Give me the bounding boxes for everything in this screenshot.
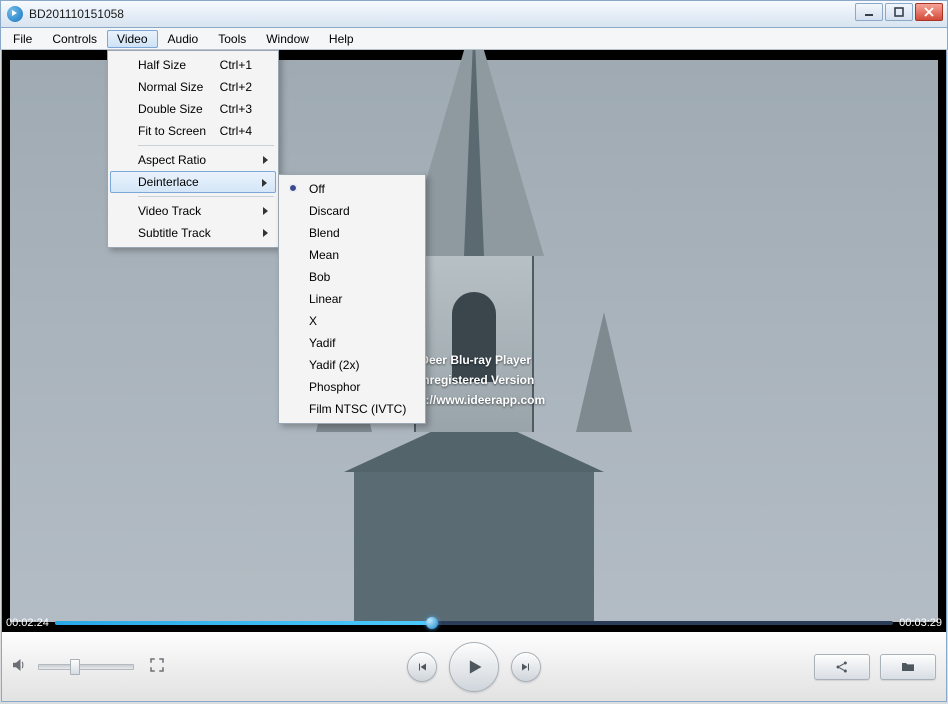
deinterlace-discard[interactable]: Discard (281, 200, 423, 222)
menu-help[interactable]: Help (319, 30, 364, 48)
deinterlace-x[interactable]: X (281, 310, 423, 332)
menu-audio[interactable]: Audio (158, 30, 209, 48)
control-bar (1, 632, 947, 702)
deinterlace-yadif-2x[interactable]: Yadif (2x) (281, 354, 423, 376)
chevron-right-icon (262, 179, 267, 187)
volume-thumb[interactable] (70, 659, 80, 675)
deinterlace-bob[interactable]: Bob (281, 266, 423, 288)
app-icon (7, 6, 23, 22)
deinterlace-dropdown: Off Discard Blend Mean Bob Linear X Yadi… (278, 174, 426, 424)
next-button[interactable] (511, 652, 541, 682)
deinterlace-yadif[interactable]: Yadif (281, 332, 423, 354)
share-button[interactable] (814, 654, 870, 680)
menu-separator (138, 145, 274, 146)
chevron-right-icon (263, 207, 268, 215)
video-dropdown: Half Size Ctrl+1 Normal Size Ctrl+2 Doub… (107, 50, 279, 248)
video-menu-subtitle-track[interactable]: Subtitle Track (110, 222, 276, 244)
menu-window[interactable]: Window (256, 30, 319, 48)
chevron-right-icon (263, 156, 268, 164)
minimize-button[interactable] (855, 3, 883, 21)
menu-file[interactable]: File (3, 30, 42, 48)
playback-controls (407, 642, 541, 692)
video-menu-video-track[interactable]: Video Track (110, 200, 276, 222)
maximize-button[interactable] (885, 3, 913, 21)
close-button[interactable] (915, 3, 943, 21)
seek-track[interactable] (55, 621, 893, 625)
time-total: 00:03:29 (899, 617, 942, 629)
video-menu-fit-to-screen[interactable]: Fit to Screen Ctrl+4 (110, 120, 276, 142)
window-title: BD201110151058 (29, 7, 124, 21)
volume-icon[interactable] (10, 656, 28, 677)
video-menu-half-size[interactable]: Half Size Ctrl+1 (110, 54, 276, 76)
right-controls (814, 654, 936, 680)
video-menu-aspect-ratio[interactable]: Aspect Ratio (110, 149, 276, 171)
volume-slider[interactable] (38, 664, 134, 670)
menu-controls[interactable]: Controls (42, 30, 107, 48)
deinterlace-phosphor[interactable]: Phosphor (281, 376, 423, 398)
deinterlace-off[interactable]: Off (281, 178, 423, 200)
deinterlace-blend[interactable]: Blend (281, 222, 423, 244)
menu-tools[interactable]: Tools (208, 30, 256, 48)
menu-separator (138, 196, 274, 197)
video-area[interactable]: iDeer Blu-ray Player Unregistered Versio… (2, 50, 946, 632)
titlebar: BD201110151058 (0, 0, 948, 28)
timeline: 00:02:24 00:03:29 (2, 614, 946, 632)
chevron-right-icon (263, 229, 268, 237)
video-menu-double-size[interactable]: Double Size Ctrl+3 (110, 98, 276, 120)
menubar: File Controls Video Audio Tools Window H… (0, 28, 948, 50)
deinterlace-film-ntsc[interactable]: Film NTSC (IVTC) (281, 398, 423, 420)
deinterlace-mean[interactable]: Mean (281, 244, 423, 266)
radio-selected-icon (289, 184, 297, 192)
seek-thumb[interactable] (426, 617, 438, 629)
menu-video[interactable]: Video (107, 30, 157, 48)
window-buttons (855, 3, 943, 21)
video-menu-deinterlace[interactable]: Deinterlace (110, 171, 276, 193)
video-menu-normal-size[interactable]: Normal Size Ctrl+2 (110, 76, 276, 98)
seek-fill (55, 621, 432, 625)
fullscreen-button[interactable] (148, 656, 166, 677)
previous-button[interactable] (407, 652, 437, 682)
time-current: 00:02:24 (6, 617, 49, 629)
deinterlace-linear[interactable]: Linear (281, 288, 423, 310)
play-button[interactable] (449, 642, 499, 692)
open-folder-button[interactable] (880, 654, 936, 680)
video-graphic (354, 472, 594, 622)
content-area: iDeer Blu-ray Player Unregistered Versio… (1, 50, 947, 632)
